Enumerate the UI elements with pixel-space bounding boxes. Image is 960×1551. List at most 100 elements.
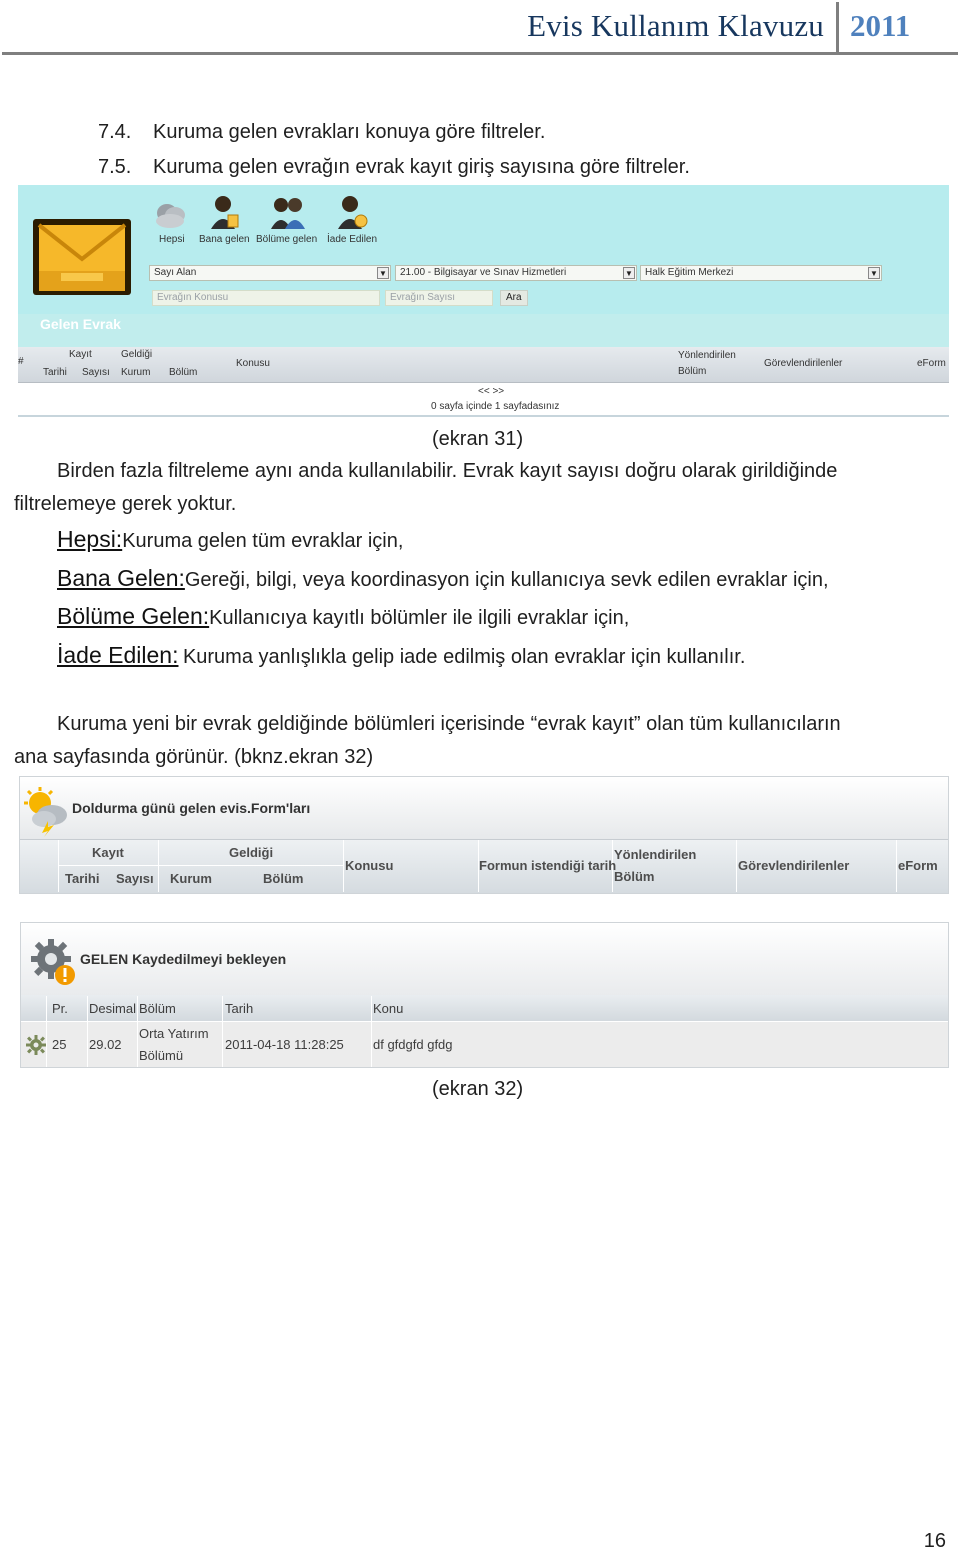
cell-tarih: 2011-04-18 11:28:25 xyxy=(225,1037,344,1052)
cell-pr: 25 xyxy=(52,1037,67,1052)
column-gorevlendirilenler[interactable]: Görevlendirilenler xyxy=(738,858,849,873)
document-title: Evis Kullanım Klavuzu xyxy=(527,8,824,43)
evrak-sayisi-input[interactable]: Evrağın Sayısı xyxy=(385,290,493,306)
column-yonlendirilen-bolum[interactable]: Bölüm xyxy=(614,869,654,884)
column-divider xyxy=(137,996,138,1067)
tab-bolume-gelen[interactable]: Bölüme gelen xyxy=(256,234,317,245)
widget-title: GELEN Kaydedilmeyi bekleyen xyxy=(80,951,287,967)
search-button[interactable]: Ara xyxy=(500,290,528,306)
column-tarihi[interactable]: Tarihi xyxy=(65,871,99,886)
column-kayit[interactable]: Kayıt xyxy=(92,845,124,860)
column-hash: # xyxy=(18,356,24,367)
header-rule xyxy=(2,52,958,55)
chevron-down-icon[interactable]: ▼ xyxy=(623,267,635,279)
select-bolum[interactable]: 21.00 - Bilgisayar ve Sınav Hizmetleri ▼ xyxy=(395,265,637,281)
column-geldigi[interactable]: Geldiği xyxy=(121,349,152,360)
pager-nav[interactable]: << >> xyxy=(478,386,504,397)
column-divider xyxy=(58,840,59,892)
header-separator xyxy=(836,2,839,52)
select-value: 21.00 - Bilgisayar ve Sınav Hizmetleri xyxy=(400,267,567,278)
list-item-text: Kuruma gelen evrağın evrak kayıt giriş s… xyxy=(153,156,690,178)
pager-text: 0 sayfa içinde 1 sayfadasınız xyxy=(431,401,560,412)
column-divider xyxy=(158,840,159,892)
gear-warning-icon xyxy=(31,939,75,985)
column-bolum[interactable]: Bölüm xyxy=(263,871,303,886)
definition-iade-edilen: İade Edilen: Kuruma yanlışlıkla gelip ia… xyxy=(57,642,745,669)
column-tarihi[interactable]: Tarihi xyxy=(43,367,67,378)
header-divider xyxy=(58,865,343,866)
paragraph-line: ana sayfasında görünür. (bknz.ekran 32) xyxy=(14,746,374,768)
group-icon[interactable] xyxy=(271,193,305,233)
column-geldigi[interactable]: Geldiği xyxy=(229,845,273,860)
column-divider xyxy=(736,840,737,892)
column-formun-istendigi-tarih[interactable]: Formun istendiği tarih xyxy=(479,858,616,873)
column-pr[interactable]: Pr. xyxy=(52,1001,68,1016)
person-icon[interactable] xyxy=(208,193,242,233)
column-bolum[interactable]: Bölüm xyxy=(139,1001,176,1016)
select-value: Sayı Alan xyxy=(154,267,197,278)
column-desimal[interactable]: Desimal xyxy=(89,1001,136,1016)
select-sayi-alan[interactable]: Sayı Alan ▼ xyxy=(149,265,391,281)
definition-desc: Gereği, bilgi, veya koordinasyon için ku… xyxy=(184,569,829,591)
definition-term: Bölüme Gelen: xyxy=(57,603,210,629)
chevron-down-icon[interactable]: ▼ xyxy=(377,267,389,279)
column-divider xyxy=(222,996,223,1067)
cell-bolum-line2: Bölümü xyxy=(139,1048,184,1063)
cell-desimal: 29.02 xyxy=(89,1037,122,1052)
column-divider xyxy=(343,840,344,892)
column-yonlendirilen-bolum[interactable]: Bölüm xyxy=(678,366,706,377)
column-bolum[interactable]: Bölüm xyxy=(169,367,197,378)
column-konusu[interactable]: Konusu xyxy=(345,858,393,873)
screenshot-ekran-32-forms: Doldurma günü gelen evis.Form'ları Kayıt… xyxy=(19,776,949,894)
paragraph-line: Birden fazla filtreleme aynı anda kullan… xyxy=(57,460,838,482)
paragraph-line: filtrelemeye gerek yoktur. xyxy=(14,493,237,515)
column-sayisi[interactable]: Sayısı xyxy=(116,871,154,886)
tab-bana-gelen[interactable]: Bana gelen xyxy=(199,234,250,245)
screenshot-ekran-32-pending: GELEN Kaydedilmeyi bekleyen Pr. Desimal … xyxy=(20,922,949,1068)
list-item-text: Kuruma gelen evrakları konuya göre filtr… xyxy=(153,121,546,143)
definition-bolume-gelen: Bölüme Gelen:Kullanıcıya kayıtlı bölümle… xyxy=(57,603,629,630)
list-item-number: 7.5. xyxy=(98,156,132,178)
column-eform[interactable]: eForm xyxy=(898,858,938,873)
divider xyxy=(18,415,949,417)
column-divider xyxy=(371,996,372,1067)
definition-desc: Kullanıcıya kayıtlı bölümler ile ilgili … xyxy=(209,607,630,629)
tab-hepsi[interactable]: Hepsi xyxy=(159,234,185,245)
definition-hepsi: Hepsi:Kuruma gelen tüm evraklar için, xyxy=(57,526,403,553)
envelope-inbox-icon xyxy=(33,219,131,295)
column-kurum[interactable]: Kurum xyxy=(121,367,150,378)
cell-konu: df gfdgfd gfdg xyxy=(373,1037,453,1052)
caption-ekran-32: (ekran 32) xyxy=(432,1078,524,1100)
column-konu[interactable]: Konu xyxy=(373,1001,403,1016)
column-eform[interactable]: eForm xyxy=(917,358,946,369)
definition-term: Hepsi: xyxy=(57,526,123,552)
evrak-konusu-input[interactable]: Evrağın Konusu xyxy=(152,290,380,306)
caption-ekran-31: (ekran 31) xyxy=(432,428,524,450)
column-yonlendirilen[interactable]: Yönlendirilen xyxy=(678,350,736,361)
column-kurum[interactable]: Kurum xyxy=(170,871,212,886)
row-divider xyxy=(21,1021,948,1022)
chevron-down-icon[interactable]: ▼ xyxy=(868,267,880,279)
column-sayisi[interactable]: Sayısı xyxy=(82,367,110,378)
cloud-icon[interactable] xyxy=(153,195,187,235)
column-divider xyxy=(46,996,47,1067)
cell-bolum-line1: Orta Yatırım xyxy=(139,1026,209,1041)
document-year: 2011 xyxy=(850,8,911,43)
column-gorevlendirilenler[interactable]: Görevlendirilenler xyxy=(764,358,842,369)
column-yonlendirilen[interactable]: Yönlendirilen xyxy=(614,847,696,862)
definition-desc: Kuruma gelen tüm evraklar için, xyxy=(122,530,404,552)
paragraph-line: Kuruma yeni bir evrak geldiğinde bölümle… xyxy=(57,713,841,735)
column-tarih[interactable]: Tarih xyxy=(225,1001,253,1016)
select-kurum[interactable]: Halk Eğitim Merkezi ▼ xyxy=(640,265,882,281)
widget-title: Doldurma günü gelen evis.Form'ları xyxy=(72,800,311,816)
person-return-icon[interactable] xyxy=(335,193,369,233)
list-item-number: 7.4. xyxy=(98,121,132,143)
definition-term: Bana Gelen: xyxy=(57,565,185,591)
tab-iade-edilen[interactable]: İade Edilen xyxy=(327,234,377,245)
screenshot-ekran-31: Gelen Evrak Hepsi Bana gelen Bölüme gele… xyxy=(18,185,949,417)
definition-bana-gelen: Bana Gelen:Gereği, bilgi, veya koordinas… xyxy=(57,565,829,592)
gear-icon[interactable] xyxy=(26,1035,46,1055)
column-kayit[interactable]: Kayıt xyxy=(69,349,92,360)
select-value: Halk Eğitim Merkezi xyxy=(645,267,734,278)
column-konusu[interactable]: Konusu xyxy=(236,358,270,369)
